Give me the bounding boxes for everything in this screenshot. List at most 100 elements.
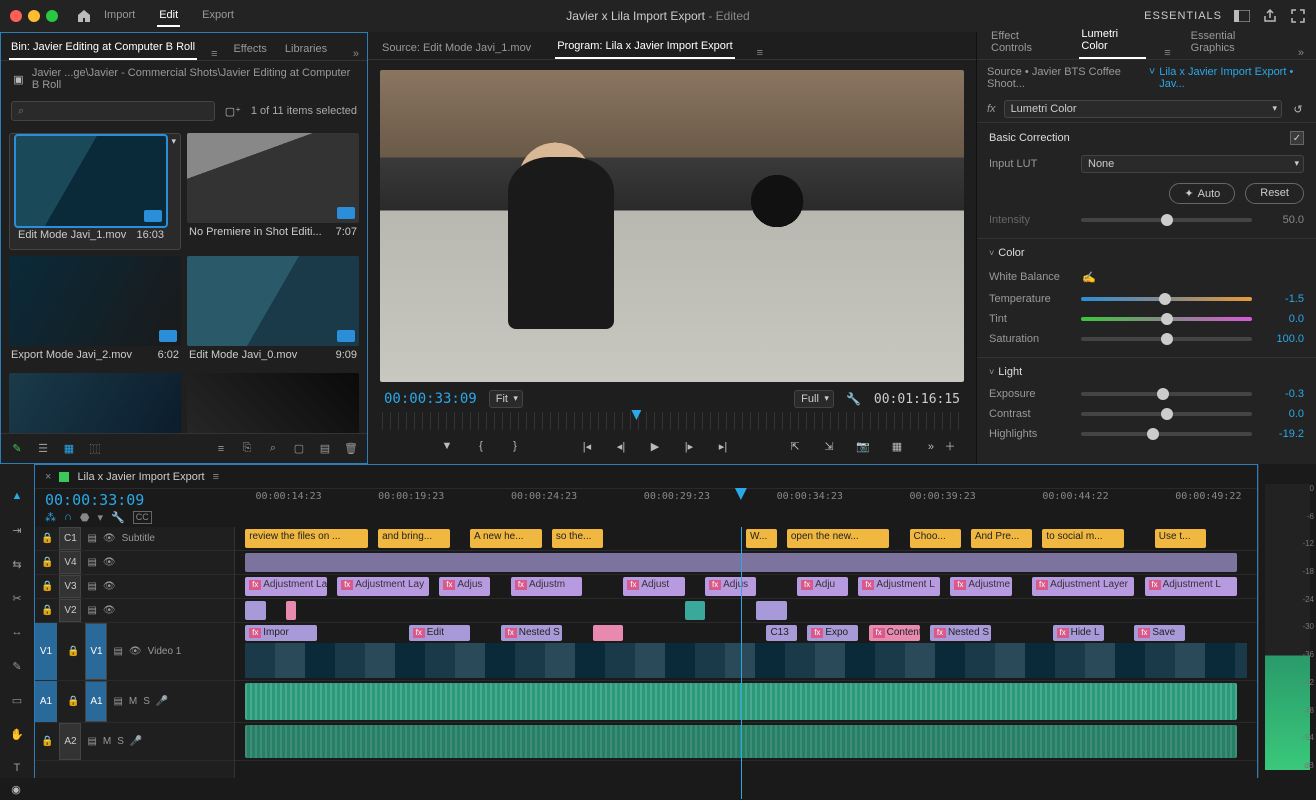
workspace-label[interactable]: ESSENTIALS (1144, 10, 1222, 22)
adjustment-clip[interactable]: fxAdjustment Layer (1032, 577, 1134, 596)
mark-in-icon[interactable]: { (473, 438, 489, 454)
resolution-select[interactable]: Full (794, 390, 834, 408)
play-icon[interactable]: ▶ (647, 438, 663, 454)
panel-overflow-icon[interactable]: » (1298, 47, 1304, 59)
video-clip[interactable]: fxExpo (807, 625, 858, 641)
playhead-icon[interactable] (631, 410, 641, 420)
input-lut-select[interactable]: None (1081, 155, 1304, 173)
contrast-value[interactable]: 0.0 (1262, 408, 1304, 420)
track-select-tool-icon[interactable]: ⇥ (7, 520, 27, 540)
adjustment-clip[interactable]: fxAdjus (705, 577, 756, 596)
scrubber[interactable] (382, 412, 962, 430)
sort-icon[interactable]: ≡ (213, 441, 229, 457)
video-clip[interactable]: fxSave (1134, 625, 1185, 641)
search-icon[interactable]: ⌕ (265, 441, 281, 457)
clip-item[interactable] (187, 373, 359, 433)
video-clip[interactable] (685, 601, 705, 620)
share-icon[interactable] (1262, 8, 1278, 24)
video-clip[interactable] (286, 601, 296, 620)
source-tab[interactable]: Source: Edit Mode Javi_1.mov (380, 37, 533, 59)
subtitle-clip[interactable]: A new he... (470, 529, 542, 548)
video-clip[interactable]: fxHide L (1053, 625, 1104, 641)
effects-tab[interactable]: Effects (231, 38, 268, 60)
libraries-tab[interactable]: Libraries (283, 38, 329, 60)
temperature-slider[interactable] (1081, 297, 1252, 301)
clip-item[interactable] (9, 373, 181, 433)
export-frame-icon[interactable]: 📷 (855, 438, 871, 454)
tint-slider[interactable] (1081, 317, 1252, 321)
fullscreen-icon[interactable] (1290, 8, 1306, 24)
add-marker-icon[interactable]: ▼ (439, 438, 455, 454)
essential-graphics-tab[interactable]: Essential Graphics (1189, 25, 1280, 59)
adjustment-clip[interactable]: fxAdjustment L (858, 577, 940, 596)
color-section-label[interactable]: Color (998, 247, 1024, 259)
mute-button[interactable]: M (129, 696, 137, 707)
compare-icon[interactable]: ▦ (889, 438, 905, 454)
subtitle-clip[interactable]: Choo... (910, 529, 961, 548)
exposure-value[interactable]: -0.3 (1262, 388, 1304, 400)
list-view-icon[interactable]: ☰ (35, 441, 51, 457)
subtitle-clip[interactable]: W... (746, 529, 777, 548)
lift-icon[interactable]: ⇱ (787, 438, 803, 454)
video-clip[interactable]: fxImpor (245, 625, 317, 641)
extract-icon[interactable]: ⇲ (821, 438, 837, 454)
folder-icon[interactable]: ▣ (11, 71, 26, 87)
clip-item[interactable]: Edit Mode Javi_0.mov9:09 (187, 256, 359, 367)
new-item-icon[interactable]: ▤ (317, 441, 333, 457)
adjustment-clip[interactable]: fxAdjustment L (1145, 577, 1237, 596)
subtitle-clip[interactable]: open the new... (787, 529, 889, 548)
slip-tool-icon[interactable]: ↔ (7, 622, 27, 642)
program-viewer[interactable] (380, 70, 964, 382)
contrast-slider[interactable] (1081, 412, 1252, 416)
tint-value[interactable]: 0.0 (1262, 313, 1304, 325)
track-target-v2[interactable]: V2 (59, 599, 81, 622)
icon-view-icon[interactable]: ▦ (61, 441, 77, 457)
trash-icon[interactable]: 🗑 (343, 441, 359, 457)
mute-button[interactable]: M (103, 736, 111, 747)
timeline-playhead-icon[interactable] (735, 488, 747, 500)
sequence-name[interactable]: Lila x Javier Import Export (77, 471, 204, 483)
new-folder-icon[interactable]: ▢ (291, 441, 307, 457)
step-back-icon[interactable]: ◂| (613, 438, 629, 454)
adjustment-clip[interactable]: fxAdjustment Lay (337, 577, 429, 596)
workspace-icon[interactable] (1234, 8, 1250, 24)
razor-tool-icon[interactable]: ✂ (7, 588, 27, 608)
basic-correction-label[interactable]: Basic Correction (989, 132, 1070, 144)
video-clip[interactable]: fxContent (869, 625, 920, 641)
track-target-v1[interactable]: V1 (85, 623, 107, 680)
track-target-a2[interactable]: A2 (59, 723, 81, 760)
mark-out-icon[interactable]: } (507, 438, 523, 454)
panel-overflow-icon[interactable]: » (353, 48, 359, 60)
wrench-icon[interactable]: 🔧 (111, 511, 125, 524)
auto-button[interactable]: ✦Auto (1169, 183, 1235, 204)
track-target-c1[interactable]: C1 (59, 527, 81, 550)
solo-button[interactable]: S (143, 696, 150, 707)
nav-import[interactable]: Import (102, 5, 137, 27)
adjustment-clip[interactable]: fxAdjus (439, 577, 490, 596)
step-fwd-icon[interactable]: |▸ (681, 438, 697, 454)
nav-export[interactable]: Export (200, 5, 236, 27)
track-target-a1[interactable]: A1 (85, 681, 107, 722)
pen-tool-icon[interactable]: ✎ (7, 656, 27, 676)
adjustment-clip[interactable]: fxAdjustme (950, 577, 1011, 596)
breadcrumb[interactable]: Javier ...ge\Javier - Commercial Shots\J… (32, 67, 357, 91)
subtitle-clip[interactable]: so the... (552, 529, 603, 548)
source-patch-a1[interactable]: A1 (35, 681, 57, 722)
temperature-value[interactable]: -1.5 (1262, 293, 1304, 305)
adjustment-clip[interactable]: fxAdjustment La (245, 577, 327, 596)
selection-tool-icon[interactable]: ▲ (7, 486, 27, 506)
bin-tab[interactable]: Bin: Javier Editing at Computer B Roll (9, 36, 197, 60)
effect-select[interactable]: Lumetri Color (1004, 100, 1282, 118)
track-target-v3[interactable]: V3 (59, 575, 81, 598)
subtitle-clip[interactable]: And Pre... (971, 529, 1032, 548)
exposure-slider[interactable] (1081, 392, 1252, 396)
overflow-icon[interactable]: » (923, 439, 939, 455)
clip-item[interactable]: Export Mode Javi_2.mov6:02 (9, 256, 181, 367)
linked-icon[interactable]: ∩ (64, 511, 72, 524)
wrench-icon[interactable]: 🔧 (846, 391, 862, 407)
video-clip[interactable]: fxNested S (501, 625, 562, 641)
hand-tool-icon[interactable]: ✋ (7, 724, 27, 744)
snap-icon[interactable]: ⁂ (45, 511, 56, 524)
auto-icon[interactable]: ⎘ (239, 441, 255, 457)
timeline-timecode[interactable]: 00:00:33:09 (45, 491, 225, 509)
